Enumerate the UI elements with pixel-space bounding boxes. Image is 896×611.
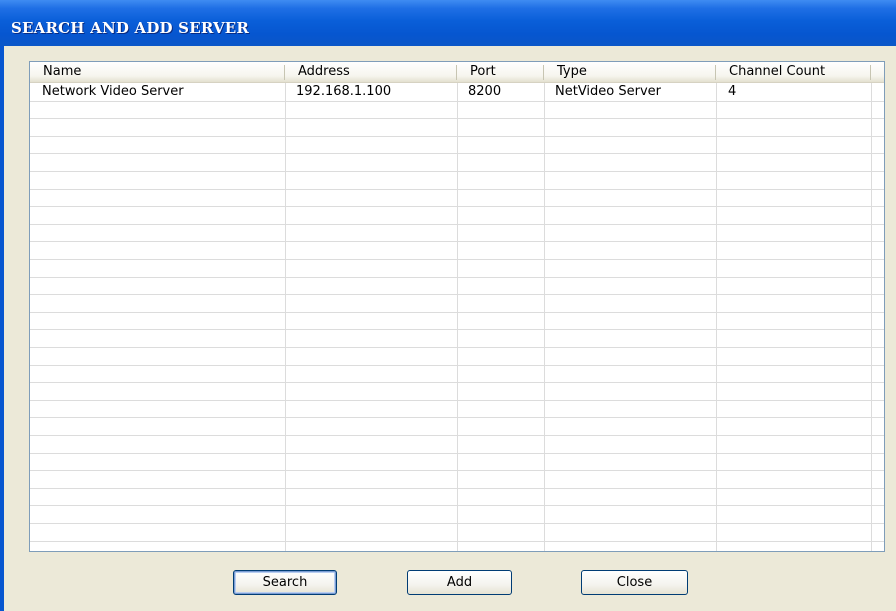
column-header-channel-count[interactable]: Channel Count: [716, 62, 870, 82]
column-gridline: [871, 83, 872, 551]
cell-port: 8200: [468, 84, 502, 99]
search-button-label: Search: [262, 575, 308, 590]
search-button[interactable]: Search: [233, 570, 337, 595]
close-button[interactable]: Close: [581, 570, 688, 595]
dialog-body: Name Address Port Type Channel Count Net…: [0, 46, 896, 611]
window-title: SEARCH AND ADD SERVER: [11, 19, 250, 37]
search-add-server-dialog: SEARCH AND ADD SERVER Name Address Port …: [0, 0, 896, 611]
cell-address: 192.168.1.100: [296, 84, 392, 99]
title-bar[interactable]: SEARCH AND ADD SERVER: [0, 0, 896, 46]
add-button[interactable]: Add: [407, 570, 512, 595]
list-header: Name Address Port Type Channel Count: [30, 62, 884, 83]
table-row[interactable]: Network Video Server 192.168.1.100 8200 …: [30, 83, 884, 100]
cell-channel-count: 4: [728, 84, 737, 99]
server-list[interactable]: Name Address Port Type Channel Count Net…: [29, 61, 885, 552]
column-gridline: [544, 83, 545, 551]
column-header-type[interactable]: Type: [544, 62, 715, 82]
add-button-label: Add: [446, 575, 473, 590]
cell-type: NetVideo Server: [555, 84, 662, 99]
column-gridline: [457, 83, 458, 551]
column-header-name[interactable]: Name: [30, 62, 284, 82]
column-header-address[interactable]: Address: [285, 62, 456, 82]
cell-name: Network Video Server: [42, 84, 184, 99]
column-divider[interactable]: [870, 65, 871, 80]
close-button-label: Close: [616, 575, 653, 590]
column-header-port[interactable]: Port: [457, 62, 543, 82]
column-gridline: [716, 83, 717, 551]
column-gridline: [285, 83, 286, 551]
